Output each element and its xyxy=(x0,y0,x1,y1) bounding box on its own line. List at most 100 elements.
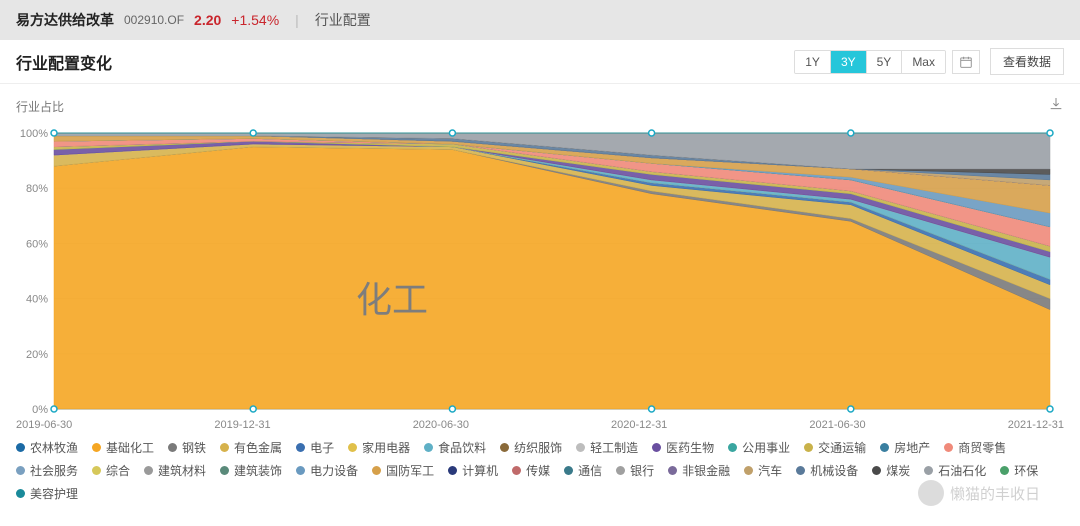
range-5Y[interactable]: 5Y xyxy=(867,51,903,73)
legend-item[interactable]: 汽车 xyxy=(744,462,782,479)
fund-name: 易方达供给改革 xyxy=(16,10,114,30)
range-3Y[interactable]: 3Y xyxy=(831,51,867,73)
legend-item[interactable]: 农林牧渔 xyxy=(16,439,78,456)
legend-label: 通信 xyxy=(578,462,602,479)
separator: | xyxy=(295,12,299,28)
watermark-text: 懒猫的丰收日 xyxy=(950,483,1040,504)
legend-swatch xyxy=(296,466,305,475)
legend-item[interactable]: 非银金融 xyxy=(668,462,730,479)
legend-swatch xyxy=(512,466,521,475)
legend-item[interactable]: 美容护理 xyxy=(16,485,78,502)
legend-label: 公用事业 xyxy=(742,439,790,456)
legend-swatch xyxy=(652,443,661,452)
legend-swatch xyxy=(616,466,625,475)
legend-label: 银行 xyxy=(630,462,654,479)
legend-label: 美容护理 xyxy=(30,485,78,502)
legend-label: 纺织服饰 xyxy=(514,439,562,456)
calendar-button[interactable] xyxy=(952,50,980,74)
section-tab[interactable]: 行业配置 xyxy=(315,10,371,30)
legend-item[interactable]: 交通运输 xyxy=(804,439,866,456)
legend-item[interactable]: 通信 xyxy=(564,462,602,479)
legend-item[interactable]: 房地产 xyxy=(880,439,930,456)
legend-label: 医药生物 xyxy=(666,439,714,456)
legend-label: 机械设备 xyxy=(810,462,858,479)
legend-item[interactable]: 商贸零售 xyxy=(944,439,1006,456)
legend-swatch xyxy=(500,443,509,452)
legend-item[interactable]: 轻工制造 xyxy=(576,439,638,456)
legend-item[interactable]: 综合 xyxy=(92,462,130,479)
legend-label: 计算机 xyxy=(462,462,498,479)
legend-label: 钢铁 xyxy=(182,439,206,456)
range-1Y[interactable]: 1Y xyxy=(795,51,831,73)
svg-text:0%: 0% xyxy=(32,404,48,415)
legend-swatch xyxy=(372,466,381,475)
legend-item[interactable]: 钢铁 xyxy=(168,439,206,456)
legend-item[interactable]: 基础化工 xyxy=(92,439,154,456)
legend-label: 汽车 xyxy=(758,462,782,479)
legend-item[interactable]: 建筑材料 xyxy=(144,462,206,479)
panel-controls: 1Y3Y5YMax 查看数据 xyxy=(794,48,1064,75)
legend-label: 食品饮料 xyxy=(438,439,486,456)
y-axis-label: 行业占比 xyxy=(16,98,64,115)
range-Max[interactable]: Max xyxy=(902,51,945,73)
legend-swatch xyxy=(804,443,813,452)
legend-label: 轻工制造 xyxy=(590,439,638,456)
x-tick: 2020-06-30 xyxy=(413,419,469,431)
fund-change: +1.54% xyxy=(231,12,279,28)
legend-item[interactable]: 建筑装饰 xyxy=(220,462,282,479)
legend-label: 国防军工 xyxy=(386,462,434,479)
header-bar: 易方达供给改革 002910.OF 2.20 +1.54% | 行业配置 xyxy=(0,0,1080,40)
legend-item[interactable]: 传媒 xyxy=(512,462,550,479)
legend-swatch xyxy=(92,466,101,475)
legend-item[interactable]: 电力设备 xyxy=(296,462,358,479)
stacked-area-plot[interactable]: 0%20%40%60%80%100% 化工 xyxy=(16,123,1064,415)
legend-label: 建筑装饰 xyxy=(234,462,282,479)
legend-item[interactable]: 社会服务 xyxy=(16,462,78,479)
svg-text:40%: 40% xyxy=(26,294,48,306)
legend-item[interactable]: 公用事业 xyxy=(728,439,790,456)
svg-text:80%: 80% xyxy=(26,183,48,195)
subheader-bar: 行业配置变化 1Y3Y5YMax 查看数据 xyxy=(0,40,1080,84)
legend-item[interactable]: 家用电器 xyxy=(348,439,410,456)
x-axis: 2019-06-302019-12-312020-06-302020-12-31… xyxy=(16,415,1064,431)
legend-swatch xyxy=(880,443,889,452)
svg-text:20%: 20% xyxy=(26,349,48,361)
download-button[interactable] xyxy=(1048,96,1064,117)
legend-label: 传媒 xyxy=(526,462,550,479)
legend-swatch xyxy=(296,443,305,452)
legend-swatch xyxy=(744,466,753,475)
x-tick: 2019-12-31 xyxy=(214,419,270,431)
legend-item[interactable]: 机械设备 xyxy=(796,462,858,479)
legend-label: 石油石化 xyxy=(938,462,986,479)
legend-label: 农林牧渔 xyxy=(30,439,78,456)
panel-title: 行业配置变化 xyxy=(16,50,112,74)
legend-item[interactable]: 电子 xyxy=(296,439,334,456)
svg-text:100%: 100% xyxy=(20,128,48,140)
legend-item[interactable]: 纺织服饰 xyxy=(500,439,562,456)
chart-area: 行业占比 0%20%40%60%80%100% 化工 2019-06-30201… xyxy=(0,84,1080,431)
legend-label: 电子 xyxy=(310,439,334,456)
legend-label: 有色金属 xyxy=(234,439,282,456)
legend-item[interactable]: 石油石化 xyxy=(924,462,986,479)
legend-label: 综合 xyxy=(106,462,130,479)
legend-swatch xyxy=(424,443,433,452)
legend-label: 商贸零售 xyxy=(958,439,1006,456)
legend-item[interactable]: 计算机 xyxy=(448,462,498,479)
legend-item[interactable]: 国防军工 xyxy=(372,462,434,479)
x-tick: 2019-06-30 xyxy=(16,419,72,431)
legend-item[interactable]: 环保 xyxy=(1000,462,1038,479)
x-tick: 2021-12-31 xyxy=(1008,419,1064,431)
legend-item[interactable]: 医药生物 xyxy=(652,439,714,456)
legend-label: 基础化工 xyxy=(106,439,154,456)
legend-swatch xyxy=(448,466,457,475)
legend-swatch xyxy=(796,466,805,475)
legend-item[interactable]: 银行 xyxy=(616,462,654,479)
legend-item[interactable]: 有色金属 xyxy=(220,439,282,456)
legend-swatch xyxy=(220,466,229,475)
view-data-button[interactable]: 查看数据 xyxy=(990,48,1064,75)
legend-item[interactable]: 煤炭 xyxy=(872,462,910,479)
legend-swatch xyxy=(944,443,953,452)
legend-swatch xyxy=(144,466,153,475)
legend-item[interactable]: 食品饮料 xyxy=(424,439,486,456)
watermark-avatar-icon xyxy=(918,480,944,506)
